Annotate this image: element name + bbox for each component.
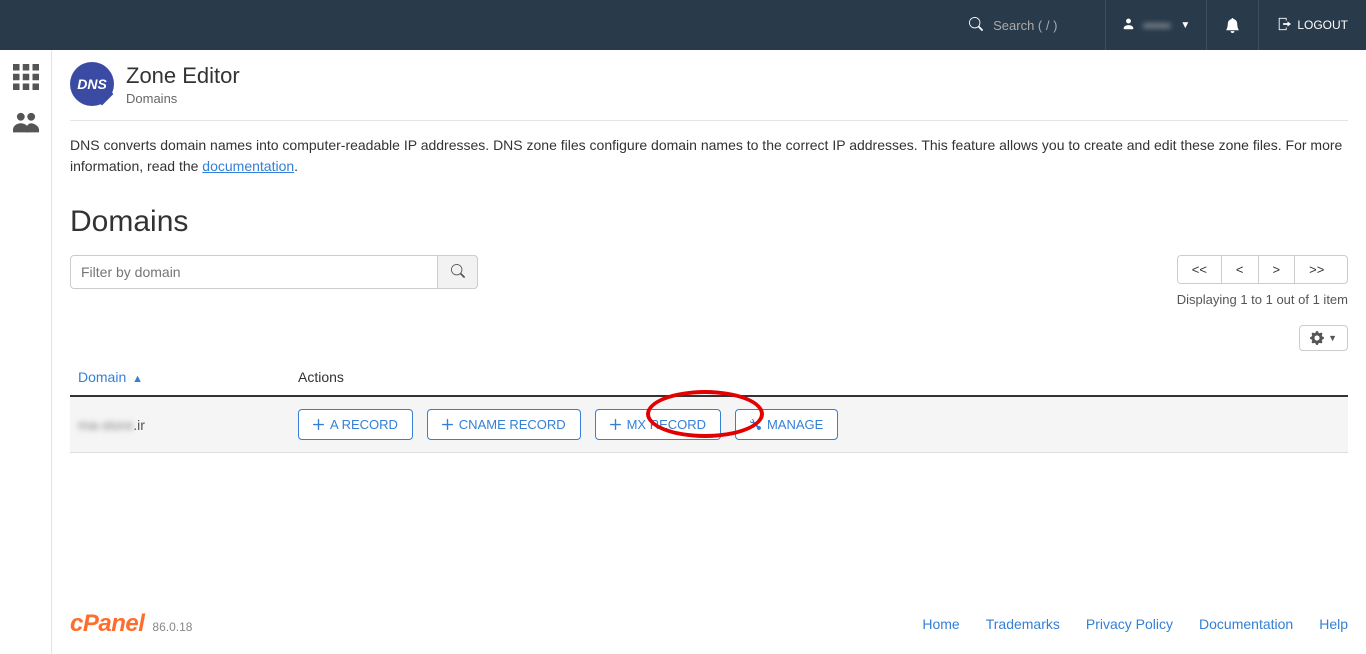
- add-mx-record-button[interactable]: MX RECORD: [595, 409, 721, 440]
- pagination-next[interactable]: >: [1259, 256, 1296, 283]
- logout-label: LOGOUT: [1297, 18, 1348, 32]
- bell-icon: [1225, 18, 1240, 33]
- page-subtitle: Domains: [126, 91, 240, 106]
- page-description: DNS converts domain names into computer-…: [70, 135, 1348, 177]
- add-a-record-button[interactable]: A RECORD: [298, 409, 413, 440]
- plus-icon: [442, 419, 453, 430]
- documentation-link[interactable]: documentation: [202, 158, 294, 174]
- footer-link-documentation[interactable]: Documentation: [1199, 616, 1293, 632]
- footer-link-home[interactable]: Home: [922, 616, 959, 632]
- gear-icon: [1310, 331, 1324, 345]
- actions-cell: A RECORD CNAME RECORD MX RECORD MANAGE: [290, 396, 1348, 453]
- footer-link-privacy[interactable]: Privacy Policy: [1086, 616, 1173, 632]
- user-icon: [1122, 17, 1135, 33]
- notifications-button[interactable]: [1207, 0, 1259, 50]
- caret-down-icon: ▼: [1180, 20, 1190, 31]
- wrench-icon: [750, 419, 761, 430]
- pagination-prev[interactable]: <: [1222, 256, 1259, 283]
- domain-cell: ma-store.ir: [70, 396, 290, 453]
- filter-domain-input[interactable]: [70, 255, 438, 289]
- navbar: •••••• ▼ LOGOUT: [0, 0, 1366, 50]
- column-header-domain[interactable]: Domain ▲: [70, 359, 290, 396]
- dns-icon: DNS: [70, 62, 114, 106]
- logout-button[interactable]: LOGOUT: [1259, 0, 1366, 50]
- table-settings-button[interactable]: ▼: [1299, 325, 1348, 351]
- pagination-first[interactable]: <<: [1178, 256, 1222, 283]
- manage-button[interactable]: MANAGE: [735, 409, 838, 440]
- main-content: DNS Zone Editor Domains DNS converts dom…: [52, 50, 1366, 594]
- cpanel-logo: cPanel: [70, 610, 144, 638]
- search-input[interactable]: [993, 18, 1093, 33]
- table-row: ma-store.ir A RECORD CNAME RECORD MX REC…: [70, 396, 1348, 453]
- search-area: [957, 0, 1106, 50]
- footer: cPanel 86.0.18 Home Trademarks Privacy P…: [52, 594, 1366, 654]
- plus-icon: [610, 419, 621, 430]
- pagination-last[interactable]: >>: [1295, 256, 1338, 283]
- left-sidebar: [0, 50, 52, 654]
- footer-links: Home Trademarks Privacy Policy Documenta…: [922, 616, 1348, 632]
- footer-link-trademarks[interactable]: Trademarks: [986, 616, 1060, 632]
- section-title: Domains: [70, 205, 1348, 239]
- sidebar-item-apps[interactable]: [13, 64, 39, 93]
- pagination: << < > >>: [1177, 255, 1348, 284]
- sidebar-item-users[interactable]: [13, 109, 39, 138]
- domains-table: Domain ▲ Actions ma-store.ir A RECORD C: [70, 359, 1348, 453]
- plus-icon: [313, 419, 324, 430]
- add-cname-record-button[interactable]: CNAME RECORD: [427, 409, 581, 440]
- search-icon: [451, 264, 465, 278]
- search-icon: [969, 17, 983, 34]
- page-header: DNS Zone Editor Domains: [70, 62, 1348, 121]
- column-header-actions: Actions: [290, 359, 1348, 396]
- username-label: ••••••: [1143, 18, 1170, 33]
- pagination-info: Displaying 1 to 1 out of 1 item: [1177, 292, 1348, 307]
- logout-icon: [1277, 17, 1291, 34]
- footer-link-help[interactable]: Help: [1319, 616, 1348, 632]
- user-menu[interactable]: •••••• ▼: [1106, 0, 1207, 50]
- version-label: 86.0.18: [152, 620, 192, 634]
- page-title: Zone Editor: [126, 63, 240, 89]
- sort-ascending-icon: ▲: [132, 373, 143, 385]
- filter-search-button[interactable]: [438, 255, 478, 289]
- caret-down-icon: ▼: [1328, 333, 1337, 343]
